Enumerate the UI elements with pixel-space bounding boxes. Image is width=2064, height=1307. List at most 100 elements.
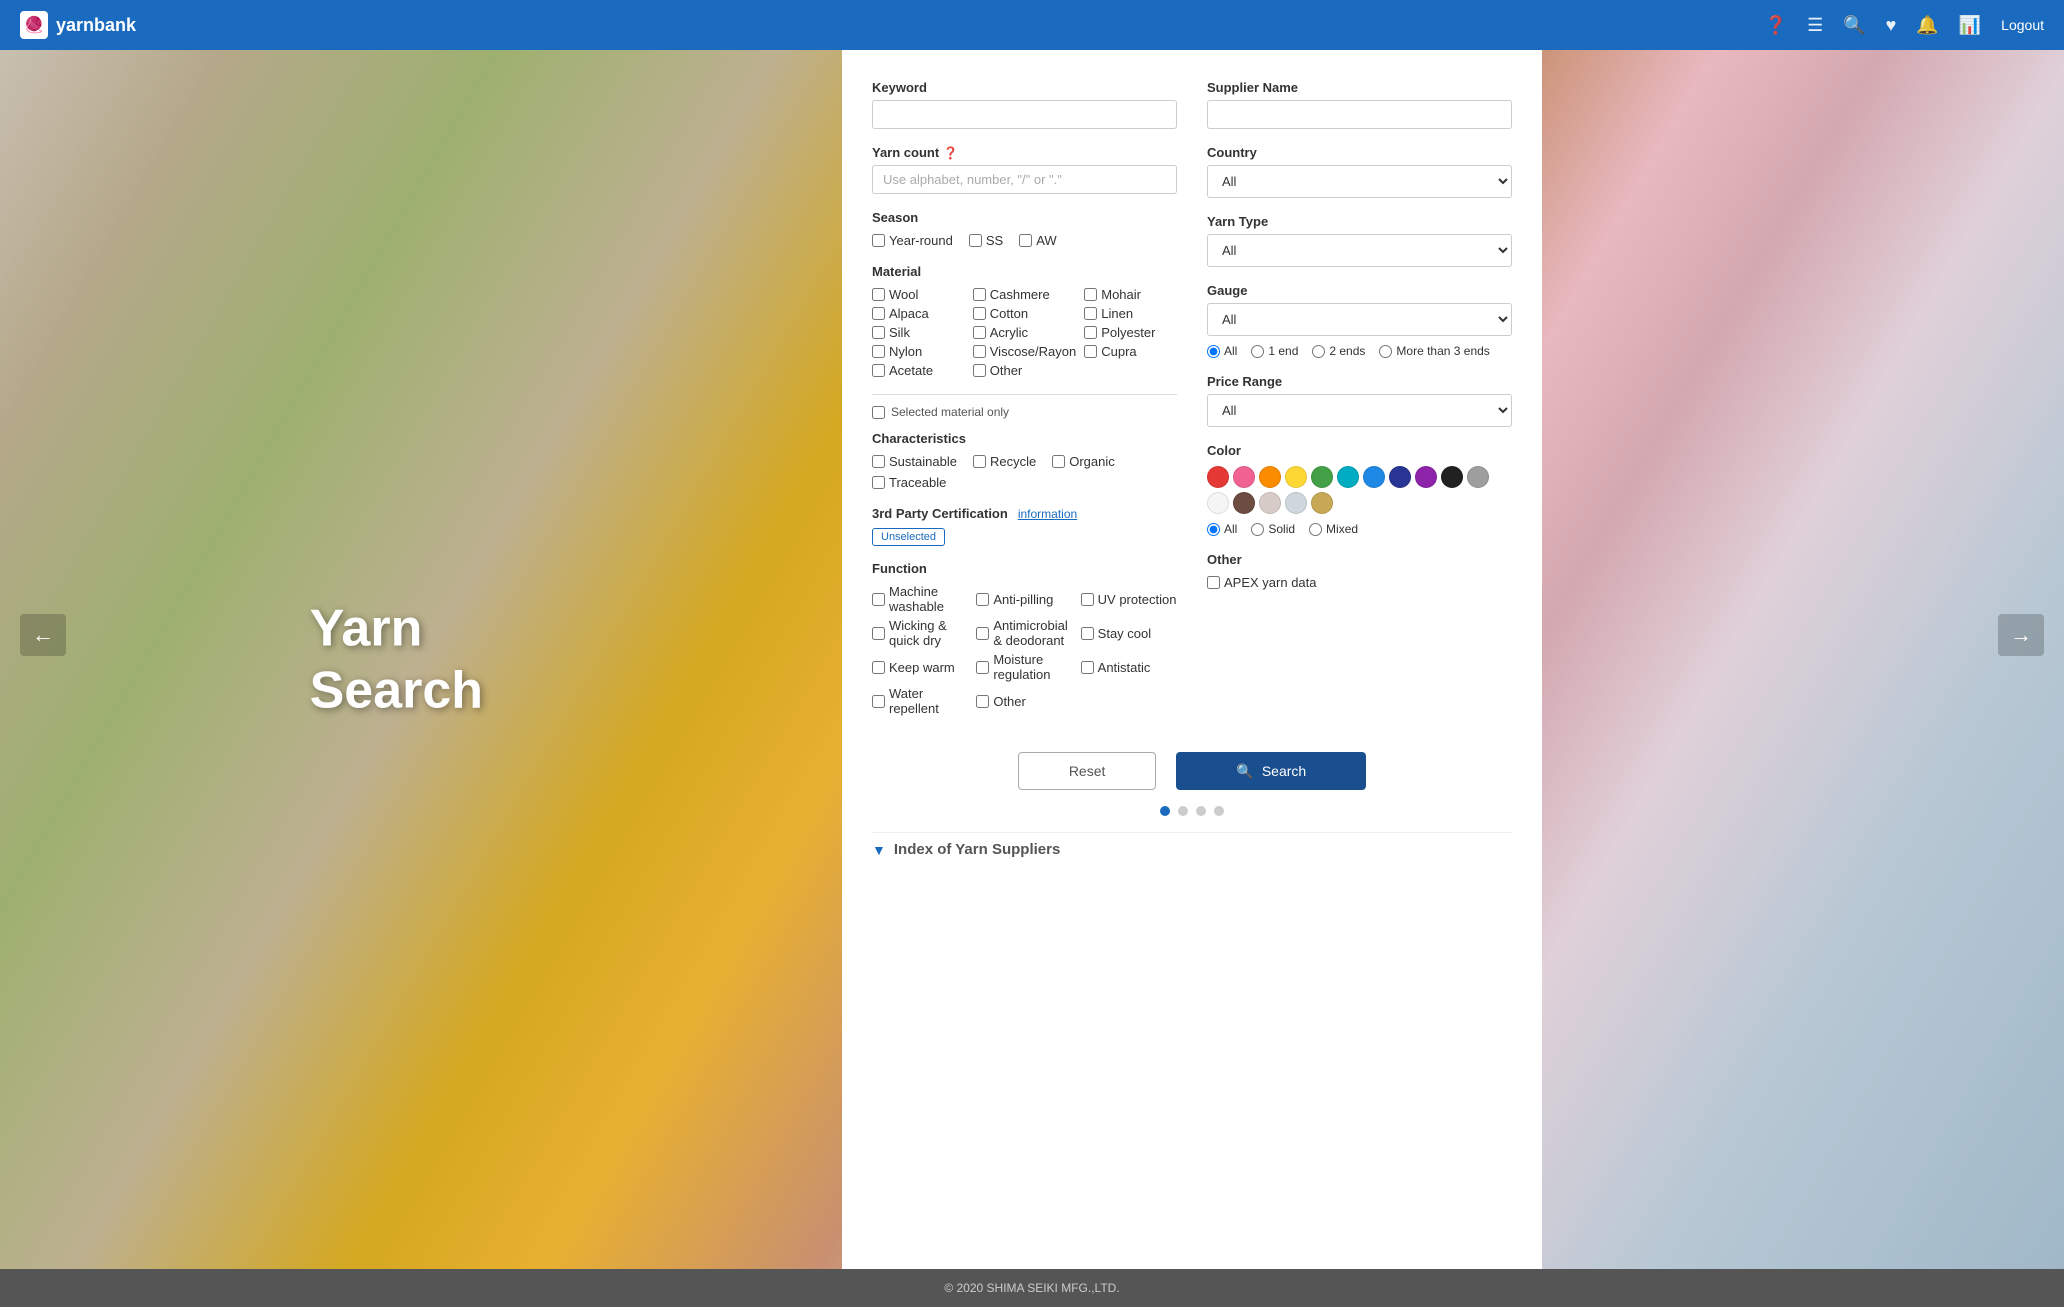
notification-icon[interactable]: 🔔 [1916,15,1938,36]
season-group: Season Year-round SS AW [872,210,1177,248]
search-icon: 🔍 [1236,763,1253,780]
color-swatch-gray[interactable] [1467,466,1489,488]
material-other[interactable]: Other [973,363,1076,378]
color-swatch-silver[interactable] [1285,492,1307,514]
color-mode-all[interactable]: All [1207,522,1237,536]
index-row[interactable]: ▼ Index of Yarn Suppliers [872,832,1512,866]
material-linen[interactable]: Linen [1084,306,1177,321]
dot-1[interactable] [1160,806,1170,816]
color-swatch-yellow[interactable] [1285,466,1307,488]
material-wool[interactable]: Wool [872,287,965,302]
func-other[interactable]: Other [976,686,1072,716]
yarncount-input[interactable] [872,165,1177,194]
gauge-1end[interactable]: 1 end [1251,344,1298,358]
chart-icon[interactable]: 📊 [1959,15,1981,36]
material-nylon[interactable]: Nylon [872,344,965,359]
char-sustainable[interactable]: Sustainable [872,454,957,469]
yarncount-help-icon[interactable]: ❓ [943,146,958,160]
favorite-icon[interactable]: ♥ [1886,15,1897,36]
apex-yarn-data[interactable]: APEX yarn data [1207,575,1512,590]
material-cupra[interactable]: Cupra [1084,344,1177,359]
material-cotton[interactable]: Cotton [973,306,1076,321]
color-swatch-beige[interactable] [1259,492,1281,514]
func-stay-cool[interactable]: Stay cool [1081,618,1177,648]
price-range-select[interactable]: All [1207,394,1512,427]
season-aw[interactable]: AW [1019,233,1056,248]
season-year-round[interactable]: Year-round [872,233,953,248]
func-antistatic[interactable]: Antistatic [1081,652,1177,682]
func-antimicrobial[interactable]: Antimicrobial & deodorant [976,618,1072,648]
search-icon[interactable]: 🔍 [1843,15,1865,36]
unselected-badge[interactable]: Unselected [872,528,945,546]
form-panel: Keyword Yarn count ❓ Season [842,50,1542,1269]
help-icon[interactable]: ❓ [1765,15,1787,36]
color-swatch-gold[interactable] [1311,492,1333,514]
yarn-type-label: Yarn Type [1207,214,1512,229]
material-alpaca[interactable]: Alpaca [872,306,965,321]
gauge-2ends[interactable]: 2 ends [1312,344,1365,358]
dot-3[interactable] [1196,806,1206,816]
button-row: Reset 🔍 Search [872,752,1512,790]
material-acrylic[interactable]: Acrylic [973,325,1076,340]
color-swatch-teal[interactable] [1337,466,1359,488]
yarn-type-select[interactable]: All [1207,234,1512,267]
color-swatch-red[interactable] [1207,466,1229,488]
color-swatch-black[interactable] [1441,466,1463,488]
season-label: Season [872,210,1177,225]
material-silk[interactable]: Silk [872,325,965,340]
material-mohair[interactable]: Mohair [1084,287,1177,302]
func-anti-pilling[interactable]: Anti-pilling [976,584,1072,614]
reset-button[interactable]: Reset [1018,752,1157,790]
divider-material [872,394,1177,395]
index-arrow-icon: ▼ [872,842,886,858]
color-mode-solid[interactable]: Solid [1251,522,1295,536]
gauge-all[interactable]: All [1207,344,1237,358]
func-machine-washable[interactable]: Machine washable [872,584,968,614]
color-swatch-white[interactable] [1207,492,1229,514]
supplier-name-input[interactable] [1207,100,1512,129]
color-mode-mixed[interactable]: Mixed [1309,522,1358,536]
color-mode-radios: All Solid Mixed [1207,522,1512,536]
func-uv-protection[interactable]: UV protection [1081,584,1177,614]
keyword-input[interactable] [872,100,1177,129]
color-swatch-orange[interactable] [1259,466,1281,488]
country-select[interactable]: All [1207,165,1512,198]
char-organic[interactable]: Organic [1052,454,1115,469]
apex-label: APEX yarn data [1224,575,1317,590]
char-traceable[interactable]: Traceable [872,475,946,490]
supplier-name-label: Supplier Name [1207,80,1512,95]
func-wicking[interactable]: Wicking & quick dry [872,618,968,648]
color-swatch-pink[interactable] [1233,466,1255,488]
char-recycle[interactable]: Recycle [973,454,1036,469]
menu-icon[interactable]: ☰ [1807,15,1823,36]
color-swatches [1207,466,1512,514]
func-water-repellent[interactable]: Water repellent [872,686,968,716]
func-keep-warm[interactable]: Keep warm [872,652,968,682]
carousel-arrow-left[interactable]: ← [20,614,66,656]
search-button[interactable]: 🔍 Search [1176,752,1366,790]
color-swatch-navy[interactable] [1389,466,1411,488]
gauge-more3ends[interactable]: More than 3 ends [1379,344,1489,358]
material-viscose-rayon[interactable]: Viscose/Rayon [973,344,1076,359]
color-swatch-brown[interactable] [1233,492,1255,514]
material-cashmere[interactable]: Cashmere [973,287,1076,302]
function-label: Function [872,561,1177,576]
season-ss[interactable]: SS [969,233,1003,248]
logo[interactable]: 🧶 yarnbank [20,11,136,39]
dot-2[interactable] [1178,806,1188,816]
logout-button[interactable]: Logout [2001,17,2044,33]
yarncount-label: Yarn count ❓ [872,145,1177,160]
carousel-arrow-right[interactable]: → [1998,614,2044,656]
gauge-select[interactable]: All [1207,303,1512,336]
certification-label: 3rd Party Certification [872,506,1008,521]
func-moisture[interactable]: Moisture regulation [976,652,1072,682]
hero-line1: Yarn [310,597,483,659]
selected-material-checkbox[interactable] [872,406,885,419]
color-swatch-purple[interactable] [1415,466,1437,488]
certification-info-link[interactable]: information [1018,507,1077,521]
material-acetate[interactable]: Acetate [872,363,965,378]
dot-4[interactable] [1214,806,1224,816]
color-swatch-blue[interactable] [1363,466,1385,488]
material-polyester[interactable]: Polyester [1084,325,1177,340]
color-swatch-green[interactable] [1311,466,1333,488]
